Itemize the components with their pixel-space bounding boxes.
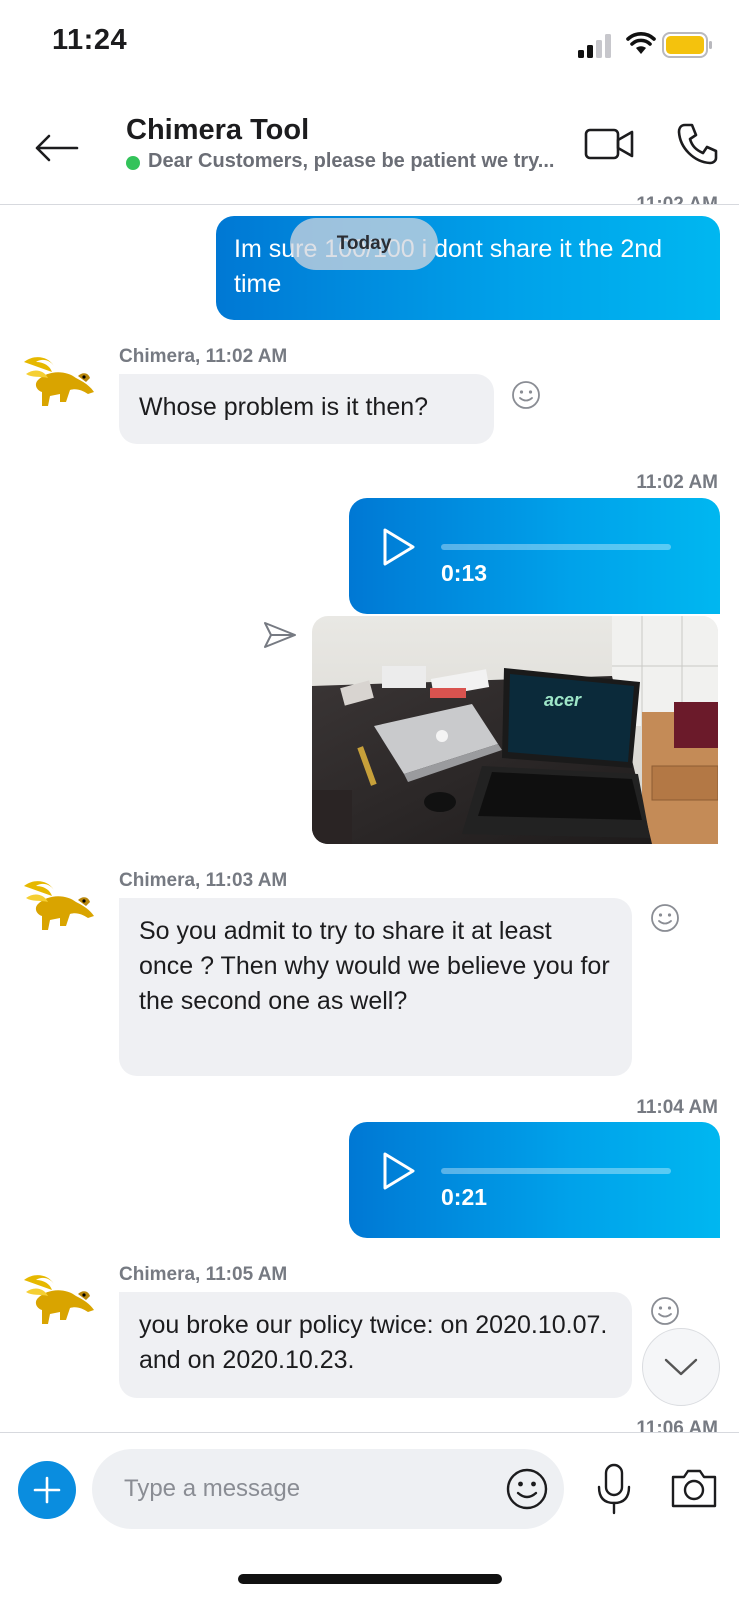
laptop-brand-text: acer: [544, 690, 582, 710]
mic-icon[interactable]: [596, 1463, 632, 1515]
photo-attachment[interactable]: acer: [312, 616, 718, 844]
incoming-message-bubble[interactable]: you broke our policy twice: on 2020.10.0…: [119, 1292, 632, 1398]
home-indicator[interactable]: [238, 1574, 502, 1584]
camera-icon[interactable]: [670, 1467, 718, 1509]
message-text: you broke our policy twice: on 2020.10.0…: [139, 1311, 608, 1374]
back-button[interactable]: [28, 124, 84, 172]
sender-meta: Chimera, 11:03 AM: [119, 870, 288, 891]
emoji-react-icon[interactable]: [511, 380, 541, 410]
emoji-icon[interactable]: [505, 1467, 549, 1511]
incoming-message-bubble[interactable]: So you admit to try to share it at least…: [119, 898, 632, 1076]
emoji-react-icon[interactable]: [650, 903, 680, 933]
chimera-avatar[interactable]: [20, 876, 96, 936]
voice-message-bubble[interactable]: 0:13: [349, 498, 720, 614]
photo-laptops-on-desk: acer: [312, 616, 718, 844]
send-status-icon: [264, 622, 296, 648]
incoming-message-bubble[interactable]: Whose problem is it then?: [119, 374, 494, 444]
play-icon[interactable]: [379, 1150, 417, 1192]
status-time: 11:24: [52, 24, 128, 56]
play-icon[interactable]: [379, 526, 417, 568]
battery-icon: [662, 32, 712, 58]
chevron-down-icon: [664, 1358, 698, 1376]
voice-progress-track[interactable]: [441, 1168, 671, 1174]
outgoing-message-bubble[interactable]: Im sure 100/100 i dont share it the 2nd …: [216, 216, 720, 320]
message-timestamp: 11:04 AM: [636, 1097, 718, 1118]
add-button[interactable]: [18, 1461, 76, 1519]
message-text: Whose problem is it then?: [139, 393, 429, 421]
sender-meta: Chimera, 11:05 AM: [119, 1264, 288, 1285]
voice-message-bubble[interactable]: 0:21: [349, 1122, 720, 1238]
back-arrow-icon: [35, 134, 79, 162]
message-text: So you admit to try to share it at least…: [139, 917, 610, 1015]
date-divider-pill: Today: [290, 218, 438, 270]
cellular-signal-icon: [578, 34, 611, 58]
wifi-icon: [626, 32, 656, 54]
scroll-to-bottom-button[interactable]: [642, 1328, 720, 1406]
contact-name[interactable]: Chimera Tool: [126, 114, 309, 147]
chimera-avatar[interactable]: [20, 1270, 96, 1330]
plus-icon: [33, 1476, 61, 1504]
message-timestamp: 11:02 AM: [636, 194, 718, 204]
presence-status-dot: [126, 156, 140, 170]
phone-icon[interactable]: [676, 122, 718, 166]
sender-meta: Chimera, 11:02 AM: [119, 346, 288, 367]
message-timestamp: 11:02 AM: [636, 472, 718, 493]
message-timestamp: 11:06 AM: [636, 1418, 718, 1432]
emoji-react-icon[interactable]: [650, 1296, 680, 1326]
voice-progress-track[interactable]: [441, 544, 671, 550]
chimera-avatar[interactable]: [20, 352, 96, 412]
voice-duration: 0:21: [441, 1184, 488, 1210]
chat-header: Chimera Tool Dear Customers, please be p…: [0, 100, 739, 205]
message-input[interactable]: [92, 1449, 564, 1529]
video-call-icon[interactable]: [584, 124, 636, 164]
mood-message: Dear Customers, please be patient we try…: [148, 150, 555, 172]
voice-duration: 0:13: [441, 560, 488, 586]
